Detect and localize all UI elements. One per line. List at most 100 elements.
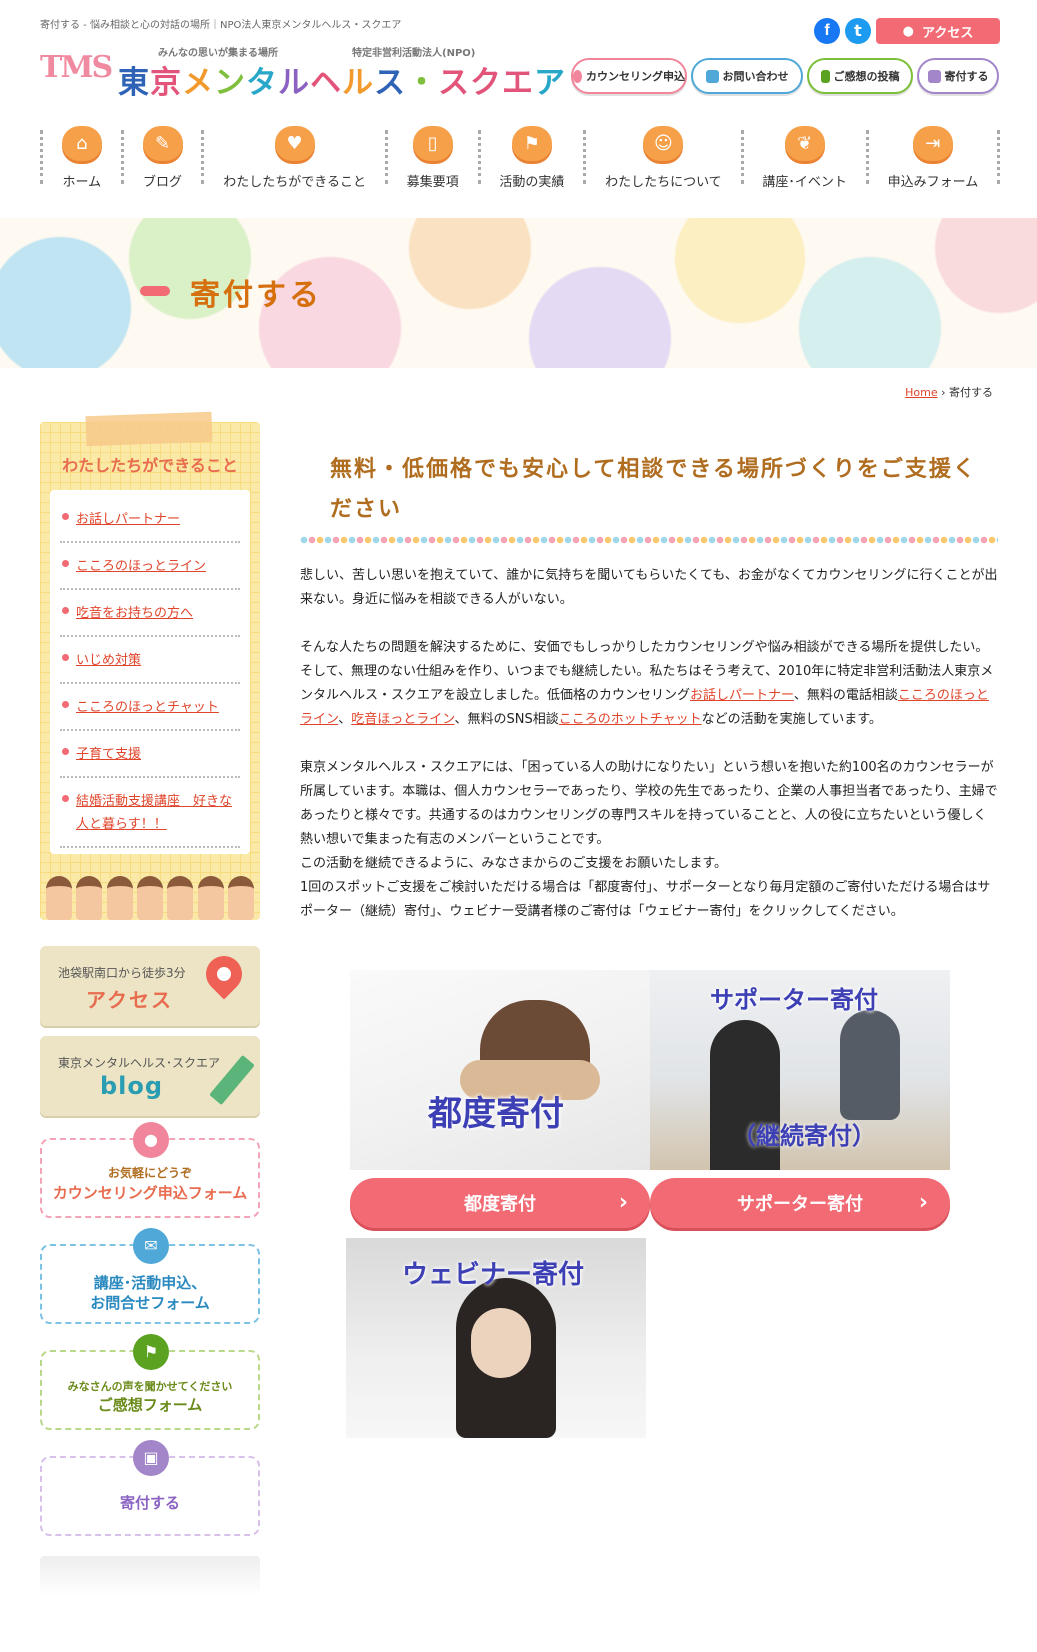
sidebar-item-bullying: いじめ対策 [60,637,240,684]
section-heading: 無料・低価格でも安心して相談できる場所づくりをご支援ください [330,457,977,522]
sidebar-item-chat: こころのほっとチャット [60,684,240,731]
counseling-form-banner[interactable]: ● お気軽にどうぞ カウンセリング申込フォーム [40,1122,260,1218]
map-pin-icon: ● [902,23,914,39]
link-hotchat[interactable]: こころのホットチャット [559,712,702,727]
enter-icon: ⇥ [912,126,953,161]
sidebar-item-parenting: 子育て支援 [60,731,240,778]
access-banner-title: アクセス [86,988,173,1012]
tape-decoration [85,411,213,447]
one-time-donation-button[interactable]: 都度寄付 › [350,1178,650,1228]
nav-item-blog[interactable]: ✎ ブログ [124,126,202,190]
supporter-donation-caption: サポーター寄付 [710,986,878,1014]
breadcrumb-home-link[interactable]: Home [905,386,937,399]
chevron-right-icon: › [618,1190,628,1215]
nav-item-events[interactable]: ❦ 講座･イベント [744,126,866,190]
logo-name: 東京メンタルヘルス・スクエア [118,65,566,101]
logo-mark: TMS [40,50,113,85]
blog-banner-subtext: 東京メンタルヘルス･スクエア [58,1056,221,1070]
breadcrumb-current: 寄付する [949,386,993,399]
nav-item-achievements[interactable]: ⚑ 活動の実績 [481,126,584,190]
paragraph-mission: そんな人たちの問題を解決するために、安価でもしっかりしたカウンセリングや悩み相談… [300,640,994,727]
link-stutter-hotline[interactable]: 吃音ほっとライン [351,712,454,727]
mail-icon: ✉ [133,1228,169,1264]
title-accent-bar [140,286,170,296]
sidebar-link[interactable]: お話しパートナー [76,512,180,527]
nav-item-recruitment[interactable]: ▯ 募集要項 [388,126,478,190]
nav-item-forms[interactable]: ⇥ 申込みフォーム [869,126,997,190]
chevron-right-icon: › [918,1190,928,1215]
sidebar-item-stuttering: 吃音をお持ちの方へ [60,590,240,637]
people-icon: ☺ [643,126,684,161]
book-icon: ▯ [412,126,453,161]
sidebar-services-box: わたしたちができること お話しパートナー こころのほっとライン 吃音をお持ちの方… [40,411,260,920]
counselor-silhouette [840,1010,900,1120]
continuous-donation-caption: （継続寄付） [732,1122,876,1150]
sidebar-link[interactable]: 子育て支援 [76,747,141,762]
donate-button[interactable]: 寄付する [917,58,999,94]
signpost-icon: ⚑ [511,126,552,161]
breadcrumb-separator: › [941,386,946,399]
facebook-icon[interactable]: f [814,18,840,44]
nav-item-services[interactable]: ♥ わたしたちができること [204,126,384,190]
map-pin-icon [198,948,250,1000]
dotted-divider [300,536,998,544]
sidebar-link[interactable]: 結婚活動支援講座 好きな人と暮らす！！ [76,794,232,832]
home-icon: ⌂ [61,126,102,161]
site-logo[interactable]: TMS みんなの思いが集まる場所 特定非営利活動法人(NPO) 東京メンタルヘル… [40,44,565,101]
flag-icon [820,69,830,83]
paragraph-counselors: 東京メンタルヘルス・スクエアには、「困っている人の助けになりたい」という想いを抱… [300,760,998,847]
woman-face [471,1308,531,1378]
sidebar-list: お話しパートナー こころのほっとライン 吃音をお持ちの方へ いじめ対策 こころの… [50,490,250,854]
page-title: 寄付する [190,278,322,313]
sidebar-item-partner: お話しパートナー [60,496,240,543]
supporter-donation-button[interactable]: サポーター寄付 › [650,1178,950,1228]
contact-button[interactable]: お問い合わせ [691,58,803,94]
one-time-donation-caption: 都度寄付 [428,1094,564,1134]
mail-icon [705,69,719,83]
paragraph-request: この活動を継続できるように、みなさまからのご支援をお願いたします。 [300,856,728,871]
speech-bubble-icon: ● [133,1122,169,1158]
gift-icon: ▣ [133,1440,169,1476]
sidebar-blog-banner[interactable]: 東京メンタルヘルス･スクエア blog [40,1036,260,1116]
heart-icon: ♥ [274,126,315,161]
sidebar-faded-banner [40,1556,260,1596]
site-tagline: 寄付する - 悩み相談と心の対話の場所｜NPO法人東京メンタルヘルス・スクエア [40,20,402,31]
webinar-donation-image[interactable]: ウェビナー寄付 [346,1238,646,1438]
feedback-form-banner[interactable]: ⚑ みなさんの声を聞かせてください ご感想フォーム [40,1334,260,1430]
access-button-label: アクセス [921,25,974,41]
sidebar-item-marriage: 結婚活動支援講座 好きな人と暮らす！！ [60,778,240,848]
people-illustration [40,860,260,920]
sidebar-title: わたしたちができること [62,456,238,475]
flag-icon: ⚑ [133,1334,169,1370]
sidebar-link[interactable]: いじめ対策 [76,653,141,668]
access-banner-subtext: 池袋駅南口から徒歩3分 [58,966,186,980]
sidebar-link[interactable]: こころのほっとライン [76,559,206,574]
gift-icon [927,69,941,83]
contact-form-banner[interactable]: ✉ 講座･活動申込、 お問合せフォーム [40,1228,260,1324]
nav-item-about[interactable]: ☺ わたしたちについて [586,126,740,190]
blog-banner-title: blog [100,1072,164,1100]
pencil-icon: ✎ [142,126,183,161]
paragraph-intro: 悲しい、苦しい思いを抱えていて、誰かに気持ちを聞いてもらいたくても、お金がなくて… [300,568,998,607]
one-time-donation-image[interactable]: 都度寄付 [350,970,650,1170]
link-partner[interactable]: お話しパートナー [690,688,794,703]
counseling-application-button[interactable]: カウンセリング申込 [571,58,687,94]
access-button[interactable]: ● アクセス [876,18,1000,44]
twitter-icon[interactable]: t [845,18,871,44]
feedback-button[interactable]: ご感想の投稿 [807,58,913,94]
sidebar-link[interactable]: こころのほっとチャット [76,700,219,715]
sidebar-access-banner[interactable]: 池袋駅南口から徒歩3分 アクセス [40,946,260,1026]
paragraph-instructions: 1回のスポットご支援をご検討いただける場合は「都度寄付」、サポーターとなり毎月定… [300,880,991,919]
supporter-donation-image[interactable]: サポーター寄付 （継続寄付） [650,970,950,1170]
page-hero-banner: 寄付する [0,218,1037,368]
sidebar-link[interactable]: 吃音をお持ちの方へ [76,606,193,621]
nav-item-home[interactable]: ⌂ ホーム [43,126,121,190]
breadcrumb: Home › 寄付する [905,384,993,400]
leaf-icon: ❦ [784,126,825,161]
nav-divider [997,130,1001,184]
webinar-donation-caption: ウェビナー寄付 [402,1260,585,1290]
donate-banner[interactable]: ▣ 寄付する [40,1440,260,1536]
global-nav: ⌂ ホーム ✎ ブログ ♥ わたしたちができること ▯ 募集要項 ⚑ 活動の実績… [40,126,1001,190]
speech-bubble-icon [573,69,582,83]
main-body: 悲しい、苦しい思いを抱えていて、誰かに気持ちを聞いてもらいたくても、お金がなくて… [300,564,998,924]
